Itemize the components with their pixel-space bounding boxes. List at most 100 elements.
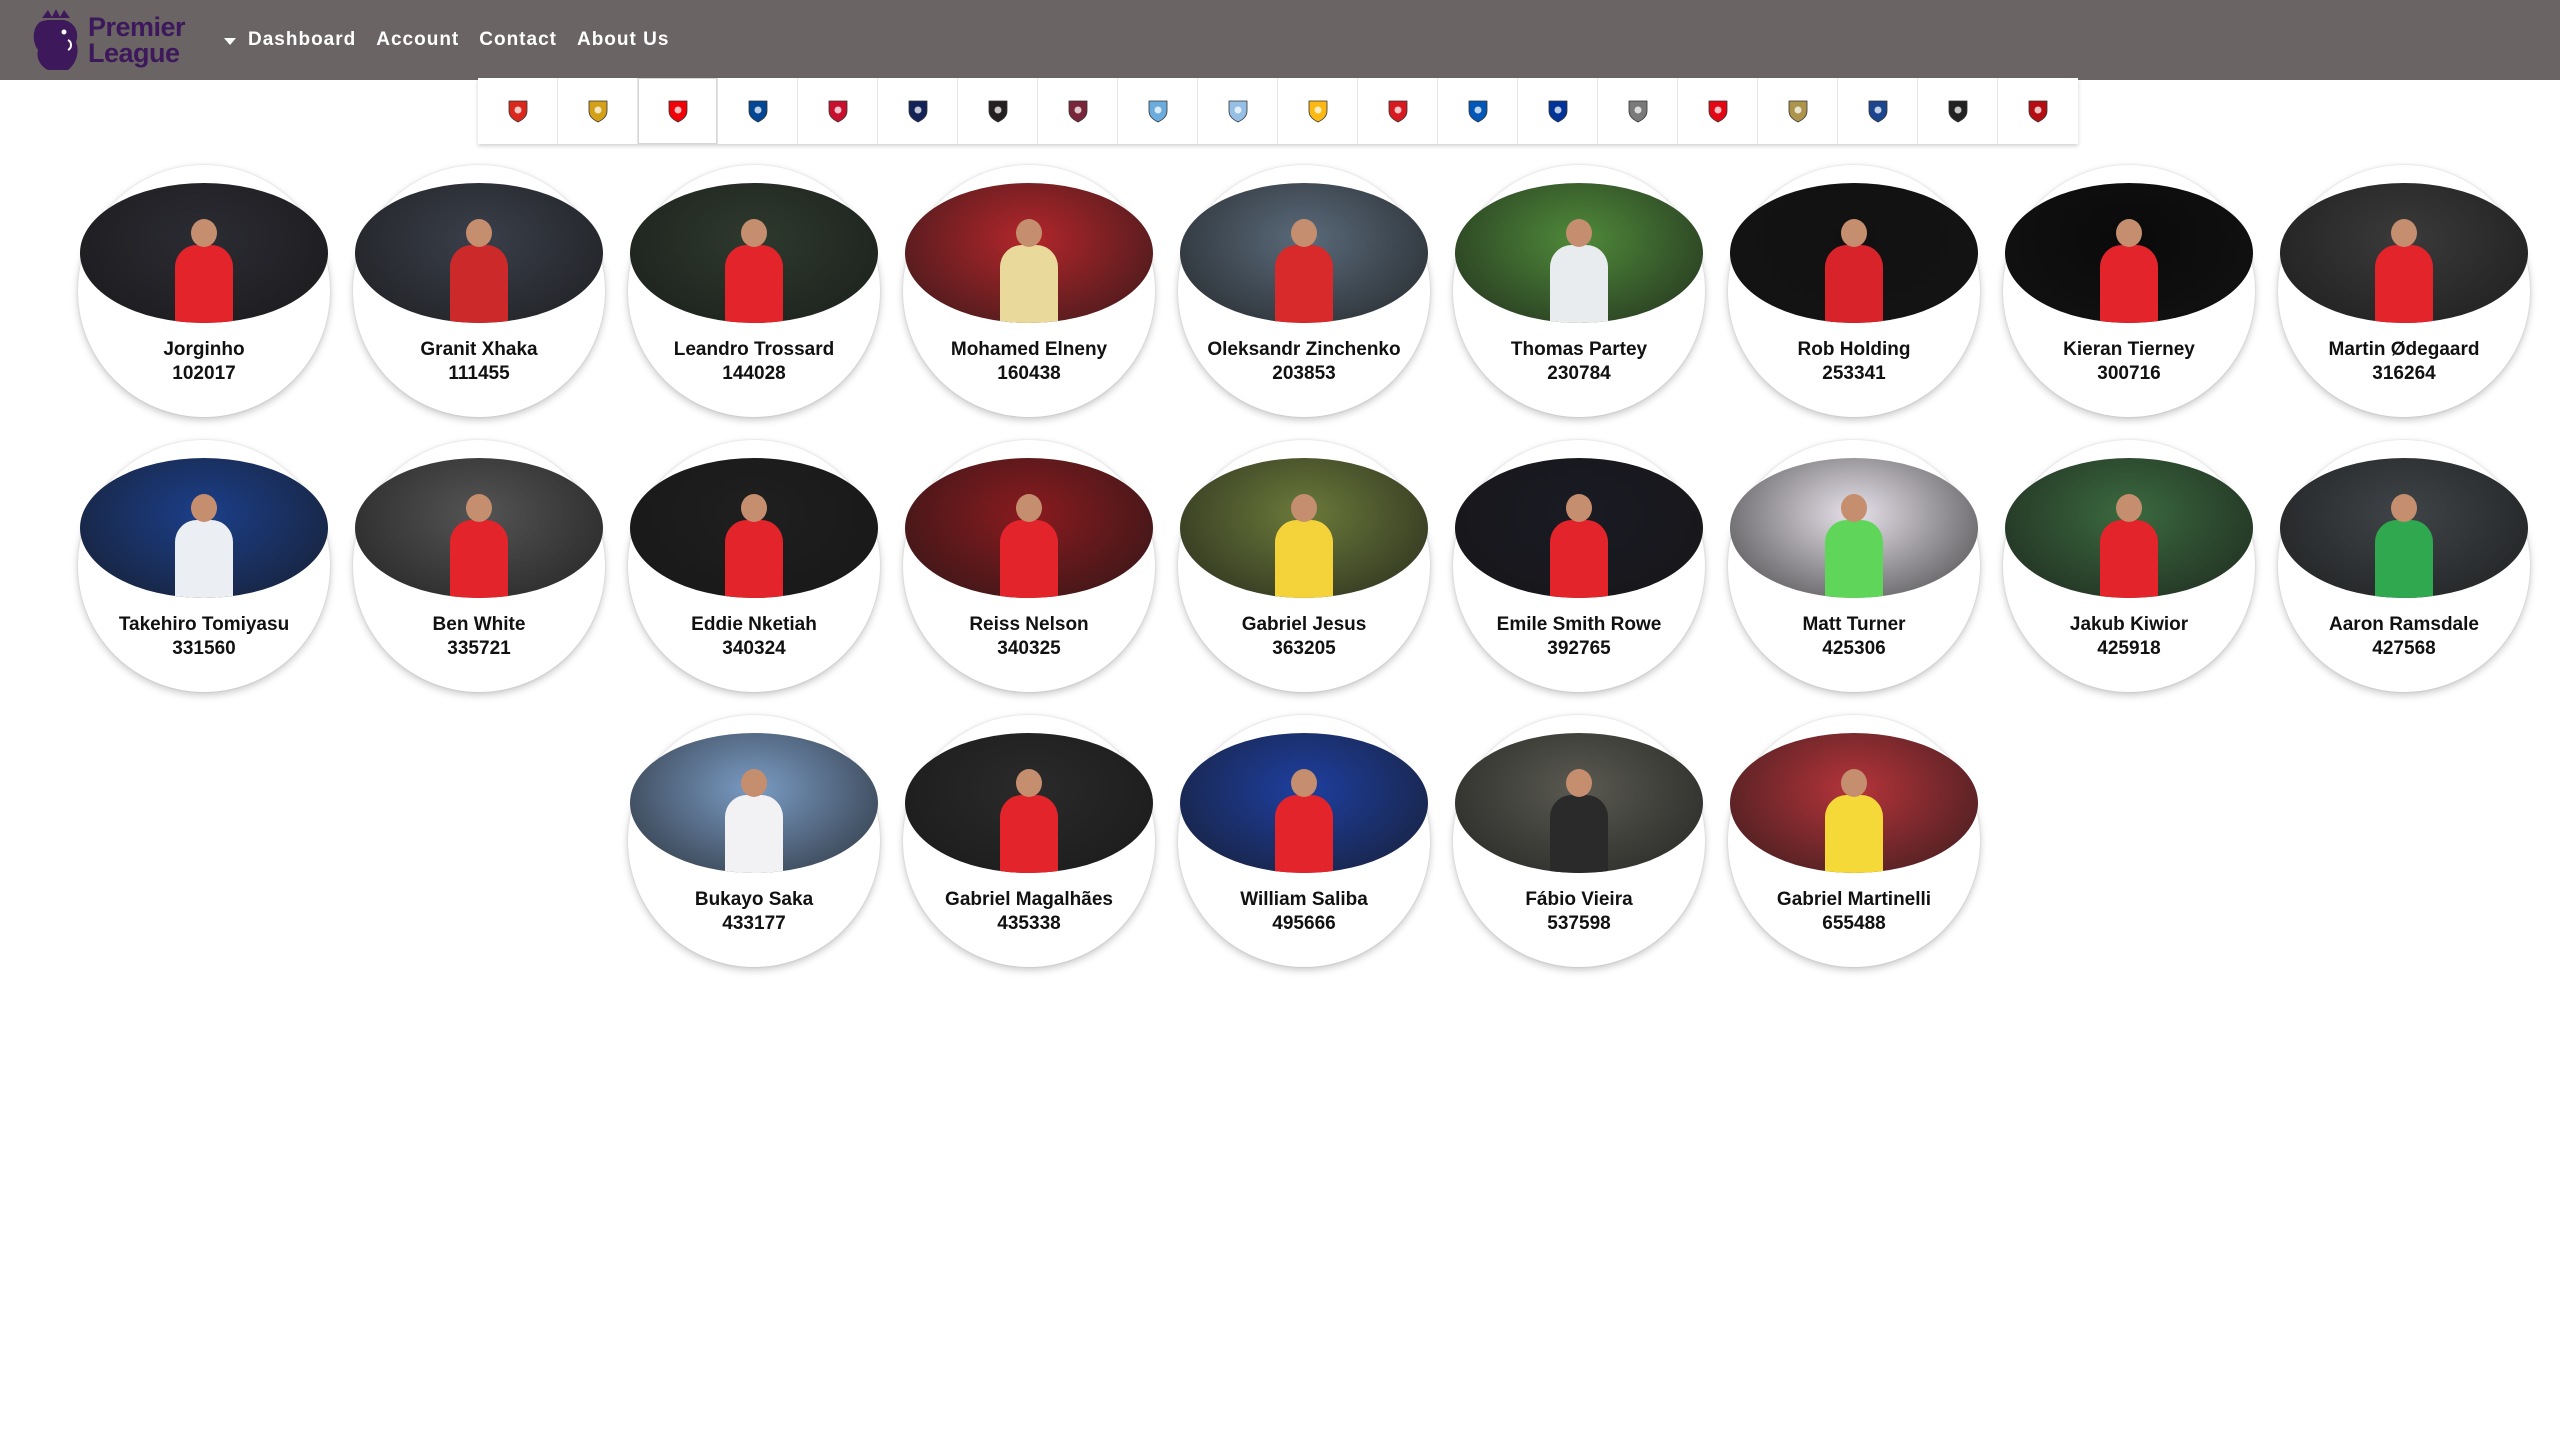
player-card[interactable]: Leandro Trossard 144028 xyxy=(628,165,880,417)
player-kit xyxy=(1550,520,1608,598)
player-name: Gabriel Martinelli xyxy=(1776,889,1932,910)
player-photo xyxy=(1180,458,1428,598)
player-head xyxy=(741,494,767,522)
player-name: Bukayo Saka xyxy=(694,889,814,910)
player-kit xyxy=(2100,520,2158,598)
player-head xyxy=(2116,494,2142,522)
player-card[interactable]: William Saliba 495666 xyxy=(1178,715,1430,967)
player-card[interactable]: Gabriel Martinelli 655488 xyxy=(1728,715,1980,967)
player-head xyxy=(741,219,767,247)
player-card[interactable]: Aaron Ramsdale 427568 xyxy=(2278,440,2530,692)
player-card[interactable]: Jakub Kiwior 425918 xyxy=(2003,440,2255,692)
player-kit xyxy=(450,520,508,598)
player-id: 230784 xyxy=(1547,363,1611,384)
player-photo xyxy=(630,733,878,873)
player-card[interactable]: Matt Turner 425306 xyxy=(1728,440,1980,692)
player-name: Oleksandr Zinchenko xyxy=(1207,339,1401,360)
player-card[interactable]: Thomas Partey 230784 xyxy=(1453,165,1705,417)
player-silhouette xyxy=(1819,494,1889,598)
player-photo xyxy=(355,183,603,323)
player-card[interactable]: Mohamed Elneny 160438 xyxy=(903,165,1155,417)
player-kit xyxy=(1000,520,1058,598)
player-silhouette xyxy=(2369,494,2439,598)
player-photo xyxy=(1730,733,1978,873)
player-photo xyxy=(1455,733,1703,873)
player-photo xyxy=(630,183,878,323)
player-photo xyxy=(630,458,878,598)
player-head xyxy=(1841,494,1867,522)
player-silhouette xyxy=(444,219,514,323)
player-kit xyxy=(725,520,783,598)
player-silhouette xyxy=(1544,494,1614,598)
player-kit xyxy=(1275,520,1333,598)
player-card[interactable]: Eddie Nketiah 340324 xyxy=(628,440,880,692)
player-kit xyxy=(1275,245,1333,323)
player-photo xyxy=(1730,458,1978,598)
player-kit xyxy=(1000,245,1058,323)
player-card[interactable]: Oleksandr Zinchenko 203853 xyxy=(1178,165,1430,417)
player-silhouette xyxy=(994,494,1064,598)
player-silhouette xyxy=(169,219,239,323)
player-id: 253341 xyxy=(1822,363,1886,384)
player-head xyxy=(1566,494,1592,522)
player-kit xyxy=(450,245,508,323)
player-name: Kieran Tierney xyxy=(2063,339,2195,360)
player-head xyxy=(2116,219,2142,247)
player-id: 111455 xyxy=(448,363,510,384)
player-id: 316264 xyxy=(2372,363,2436,384)
player-head xyxy=(1291,219,1317,247)
player-name: William Saliba xyxy=(1240,889,1368,910)
player-silhouette xyxy=(994,219,1064,323)
player-silhouette xyxy=(2369,219,2439,323)
player-head xyxy=(1566,219,1592,247)
player-card[interactable]: Gabriel Jesus 363205 xyxy=(1178,440,1430,692)
player-kit xyxy=(1550,795,1608,873)
player-card[interactable]: Emile Smith Rowe 392765 xyxy=(1453,440,1705,692)
player-card[interactable]: Rob Holding 253341 xyxy=(1728,165,1980,417)
player-name: Leandro Trossard xyxy=(673,339,835,360)
player-name: Aaron Ramsdale xyxy=(2329,614,2479,635)
player-kit xyxy=(1825,520,1883,598)
player-photo xyxy=(80,458,328,598)
player-kit xyxy=(1000,795,1058,873)
player-silhouette xyxy=(1819,219,1889,323)
player-card[interactable]: Ben White 335721 xyxy=(353,440,605,692)
player-silhouette xyxy=(444,494,514,598)
player-photo xyxy=(2280,458,2528,598)
player-silhouette xyxy=(719,769,789,873)
player-id: 102017 xyxy=(172,363,236,384)
player-card[interactable]: Kieran Tierney 300716 xyxy=(2003,165,2255,417)
player-id: 300716 xyxy=(2097,363,2161,384)
player-card[interactable]: Takehiro Tomiyasu 331560 xyxy=(78,440,330,692)
player-silhouette xyxy=(1544,219,1614,323)
player-head xyxy=(191,494,217,522)
player-head xyxy=(2391,219,2417,247)
player-card[interactable]: Granit Xhaka 111455 xyxy=(353,165,605,417)
player-photo xyxy=(1455,458,1703,598)
player-photo xyxy=(2280,183,2528,323)
player-id: 537598 xyxy=(1547,913,1611,934)
player-card[interactable]: Fábio Vieira 537598 xyxy=(1453,715,1705,967)
player-card[interactable]: Reiss Nelson 340325 xyxy=(903,440,1155,692)
player-name: Ben White xyxy=(432,614,526,635)
player-photo xyxy=(1455,183,1703,323)
player-name: Thomas Partey xyxy=(1510,339,1648,360)
player-name: Matt Turner xyxy=(1802,614,1906,635)
player-card[interactable]: Bukayo Saka 433177 xyxy=(628,715,880,967)
player-id: 203853 xyxy=(1272,363,1336,384)
player-silhouette xyxy=(1269,219,1339,323)
player-name: Gabriel Jesus xyxy=(1241,614,1367,635)
player-silhouette xyxy=(994,769,1064,873)
player-card[interactable]: Gabriel Magalhães 435338 xyxy=(903,715,1155,967)
player-card[interactable]: Martin Ødegaard 316264 xyxy=(2278,165,2530,417)
player-photo xyxy=(355,458,603,598)
player-kit xyxy=(725,795,783,873)
player-head xyxy=(1841,219,1867,247)
player-card[interactable]: Jorginho 102017 xyxy=(78,165,330,417)
player-head xyxy=(2391,494,2417,522)
player-name: Reiss Nelson xyxy=(969,614,1089,635)
player-name: Mohamed Elneny xyxy=(950,339,1108,360)
player-silhouette xyxy=(1819,769,1889,873)
player-name: Granit Xhaka xyxy=(420,339,538,360)
player-id: 427568 xyxy=(2372,638,2436,659)
